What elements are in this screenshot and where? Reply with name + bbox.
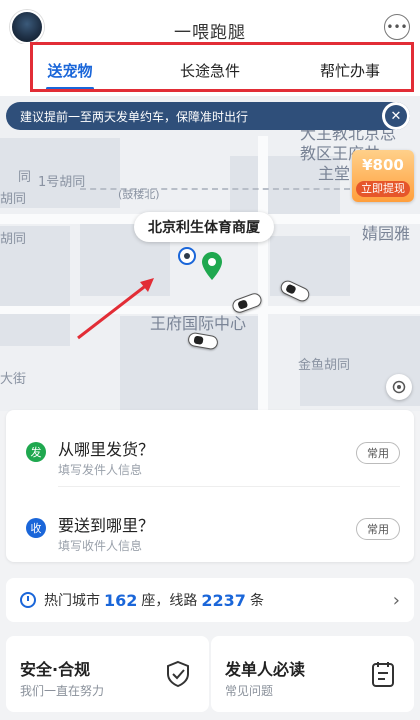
notice-text: 建议提前一至两天发单约车，保障准时出行 <box>20 109 249 124</box>
city-count: 162 <box>104 590 138 610</box>
receive-badge-icon: 收 <box>26 518 46 538</box>
map-label: 1号胡同 <box>38 175 86 190</box>
map-road <box>258 136 268 411</box>
map-label: 主堂 <box>318 164 351 183</box>
safety-compliance-card[interactable]: 安全·合规 我们一直在努力 <box>6 636 209 712</box>
place-name-bubble: 北京利生体育商厦 <box>134 212 274 242</box>
tab-errand[interactable]: 帮忙办事 <box>280 44 420 96</box>
safety-subtitle: 我们一直在努力 <box>20 684 105 698</box>
dropoff-address-row[interactable]: 收 要送到哪里？ 填写收件人信息 常用 <box>6 498 414 558</box>
sender-guide-card[interactable]: 发单人必读 常见问题 <box>211 636 414 712</box>
more-icon[interactable]: ••• <box>384 14 410 40</box>
pickup-placeholder: 填写发件人信息 <box>58 463 143 477</box>
tab-pet-delivery[interactable]: 送宠物 <box>0 44 140 96</box>
send-badge-icon: 发 <box>26 442 46 462</box>
route-label: 座，线路 <box>141 593 198 609</box>
map-label: 大街 <box>0 372 27 387</box>
address-card: 发 从哪里发货？ 填写发件人信息 常用 收 要送到哪里？ 填写收件人信息 常用 <box>6 410 414 562</box>
map-label: 胡同 <box>0 192 27 207</box>
dropoff-placeholder: 填写收件人信息 <box>58 539 143 553</box>
locate-icon <box>392 380 406 394</box>
map-label: 王府国际中心 <box>150 314 247 333</box>
booking-notice: 建议提前一至两天发单约车，保障准时出行 ✕ <box>6 102 410 130</box>
common-sender-button[interactable]: 常用 <box>356 442 400 464</box>
top-header: 一喂跑腿 ••• <box>0 0 420 46</box>
locate-button[interactable] <box>386 374 412 400</box>
annotation-arrow-icon <box>77 278 154 340</box>
map-label: (鼓楼北) <box>118 188 160 201</box>
pickup-address-row[interactable]: 发 从哪里发货？ 填写发件人信息 常用 <box>6 422 414 482</box>
pickup-title: 从哪里发货？ <box>58 440 155 459</box>
close-icon[interactable]: ✕ <box>382 102 410 130</box>
route-unit: 条 <box>249 593 264 609</box>
dropoff-title: 要送到哪里？ <box>58 516 155 535</box>
reward-amount: ¥800 <box>362 156 404 174</box>
location-pin-icon <box>202 252 222 280</box>
hot-cities-strip[interactable]: 热门城市 162 座，线路 2237 条 › <box>6 578 414 622</box>
shield-check-icon <box>167 660 189 688</box>
map-label: 同 <box>18 170 32 185</box>
document-list-icon <box>372 662 394 687</box>
pet-avatar-icon <box>178 247 196 265</box>
map-label: 胡同 <box>0 232 27 247</box>
cash-reward-badge[interactable]: ¥800 立即提现 <box>352 150 414 202</box>
hot-cities-label: 热门城市 <box>44 593 100 609</box>
common-receiver-button[interactable]: 常用 <box>356 518 400 540</box>
divider <box>58 486 400 487</box>
guide-title: 发单人必读 <box>225 660 306 679</box>
map-label: 金鱼胡同 <box>298 358 351 373</box>
map-label: 婧园雅 <box>362 224 411 243</box>
service-tabs: 送宠物 长途急件 帮忙办事 <box>0 44 420 96</box>
app-title: 一喂跑腿 <box>174 23 246 43</box>
guide-subtitle: 常见问题 <box>225 684 274 698</box>
safety-title: 安全·合规 <box>20 660 91 679</box>
withdraw-button[interactable]: 立即提现 <box>356 181 410 197</box>
tab-long-distance[interactable]: 长途急件 <box>140 44 280 96</box>
clock-icon <box>20 592 36 608</box>
chevron-right-icon: › <box>392 590 400 611</box>
route-count: 2237 <box>201 590 246 610</box>
